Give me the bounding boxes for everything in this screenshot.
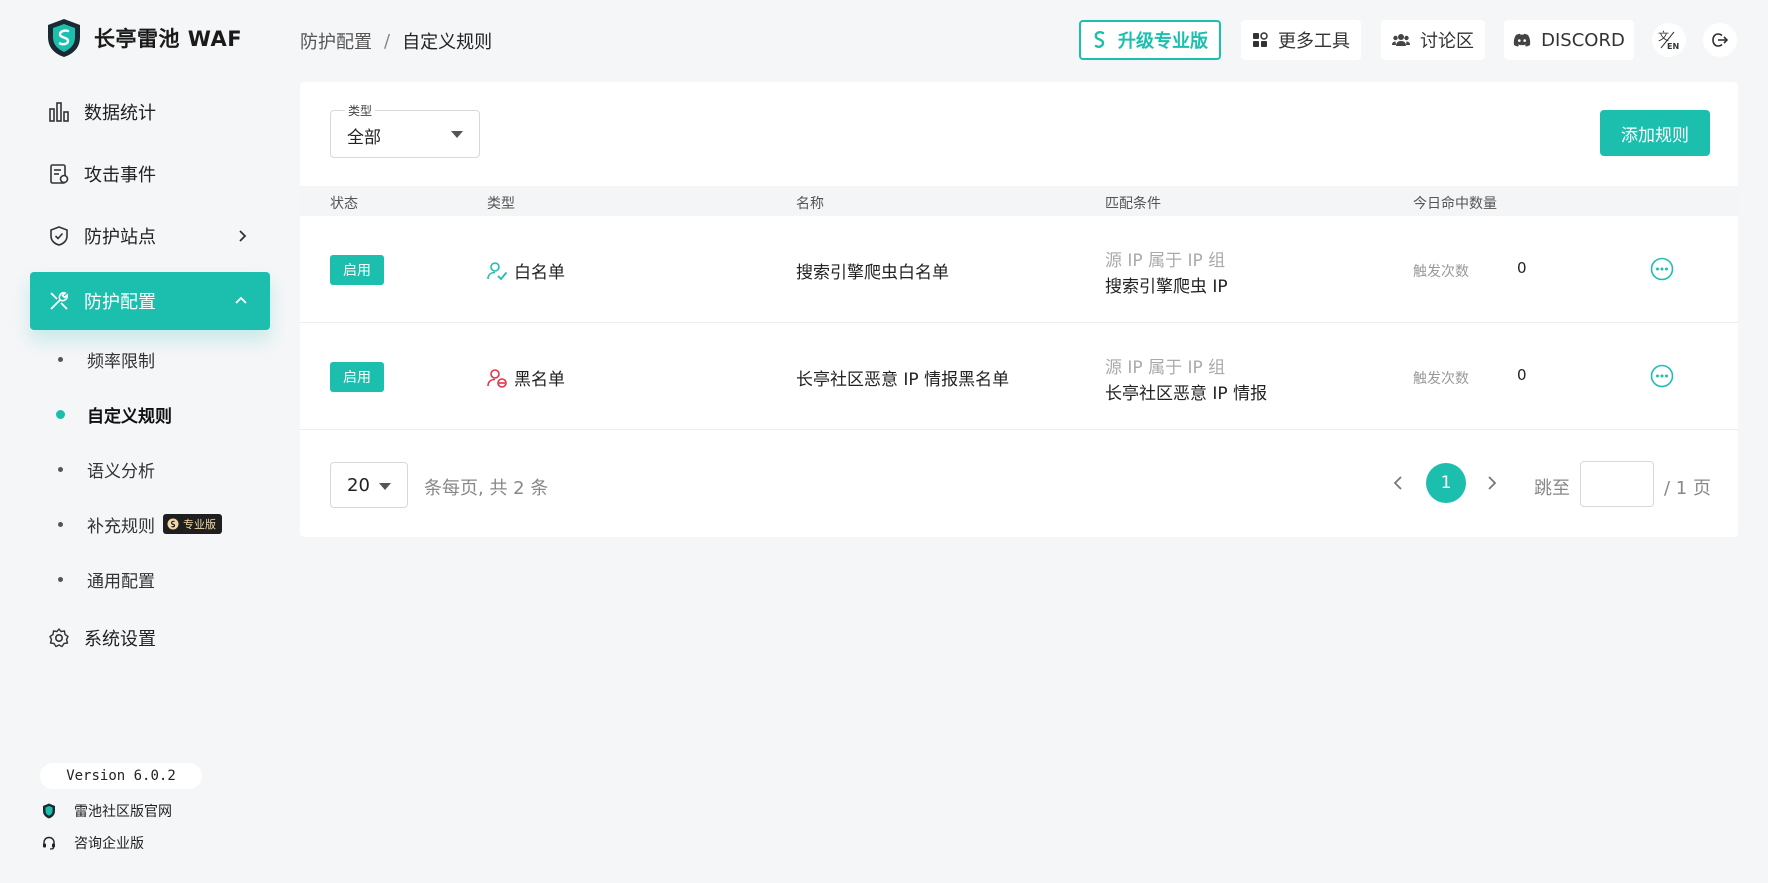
total-pages: / 1 页	[1664, 478, 1711, 499]
headset-icon	[43, 836, 55, 850]
discord-button[interactable]: DISCORD	[1504, 20, 1634, 60]
users-icon	[1392, 34, 1410, 46]
chevron-right-icon[interactable]	[1486, 475, 1498, 491]
rules-card: 类型 全部 添加规则 状态 类型 名称 匹配条件 今日命中数量 启用 白名单 搜…	[300, 82, 1738, 537]
sidebar-subitem-rate-limit[interactable]: 频率限制	[58, 343, 155, 375]
pro-badge: 专业版	[163, 514, 222, 534]
chevron-left-icon[interactable]	[1392, 475, 1404, 491]
apps-grid-icon	[1253, 32, 1268, 47]
shield-logo-icon	[43, 803, 55, 819]
caret-down-icon	[451, 131, 463, 138]
status-badge: 启用	[330, 362, 384, 392]
app-title: 长亭雷池 WAF	[94, 27, 243, 51]
upgrade-button[interactable]: 升级专业版	[1079, 20, 1221, 60]
page-button-current[interactable]: 1	[1426, 463, 1466, 503]
user-block-icon	[487, 368, 507, 388]
shield-check-icon	[48, 225, 70, 247]
discord-icon	[1513, 33, 1531, 47]
rule-type: 白名单	[486, 258, 565, 283]
sidebar-subitem-custom-rules[interactable]: 自定义规则	[56, 398, 172, 430]
logout-button[interactable]	[1703, 23, 1737, 57]
sidebar-item-label: 攻击事件	[84, 165, 156, 186]
sidebar-item-label: 防护站点	[84, 227, 156, 248]
chevron-right-icon	[239, 230, 247, 242]
language-icon: 文EN	[1658, 29, 1679, 51]
sidebar-item-protection-config[interactable]: 防护配置	[30, 272, 270, 330]
type-filter-label: 类型	[345, 102, 376, 119]
pro-logo-icon	[1094, 31, 1105, 48]
sidebar-item-statistics[interactable]: 数据统计	[30, 83, 270, 141]
community-site-link[interactable]: 雷池社区版官网	[42, 801, 172, 821]
bar-chart-icon	[48, 101, 70, 123]
breadcrumb-current: 自定义规则	[402, 32, 493, 53]
hit-count-label: 触发次数	[1413, 371, 1469, 387]
sidebar-item-protected-sites[interactable]: 防护站点	[30, 207, 270, 265]
sidebar: 长亭雷池 WAF 数据统计 攻击事件 防护站点 防护配置 频率限制 自定义规则	[0, 0, 300, 883]
breadcrumb-separator: /	[384, 30, 391, 52]
breadcrumb-parent[interactable]: 防护配置	[300, 28, 372, 54]
page-size-select[interactable]: 20	[330, 462, 408, 508]
hit-count-value: 0	[1517, 259, 1527, 277]
sidebar-subitem-semantic-analysis[interactable]: 语义分析	[58, 453, 155, 485]
language-switch-button[interactable]: 文 EN	[1652, 23, 1686, 57]
type-filter-value: 全部	[347, 128, 381, 148]
table-row[interactable]: 启用 白名单 搜索引擎爬虫白名单 源 IP 属于 IP 组 搜索引擎爬虫 IP …	[300, 216, 1738, 323]
version-label: Version 6.0.2	[40, 763, 202, 789]
forum-button[interactable]: 讨论区	[1381, 20, 1485, 60]
user-check-icon	[487, 261, 508, 280]
rule-name: 长亭社区恶意 IP 情报黑名单	[796, 370, 1010, 390]
column-header: 状态	[330, 196, 358, 212]
pro-logo-icon	[167, 518, 179, 530]
table-row[interactable]: 启用 黑名单 长亭社区恶意 IP 情报黑名单 源 IP 属于 IP 组 长亭社区…	[300, 323, 1738, 430]
rule-name: 搜索引擎爬虫白名单	[796, 263, 949, 283]
match-condition: 源 IP 属于 IP 组 搜索引擎爬虫 IP	[1105, 251, 1228, 297]
logout-icon	[1712, 33, 1729, 47]
breadcrumb: 防护配置 / 自定义规则	[300, 28, 492, 54]
add-rule-button[interactable]: 添加规则	[1600, 110, 1710, 156]
gear-icon	[48, 627, 70, 649]
hit-count-label: 触发次数	[1413, 264, 1469, 280]
app-logo[interactable]: 长亭雷池 WAF	[46, 18, 242, 58]
jump-label: 跳至	[1534, 478, 1570, 499]
column-header: 今日命中数量	[1413, 196, 1497, 212]
status-badge: 启用	[330, 255, 384, 285]
sidebar-subitem-supplementary-rules[interactable]: 补充规则 专业版	[58, 508, 222, 540]
sidebar-item-label: 数据统计	[84, 103, 156, 124]
sidebar-item-system-settings[interactable]: 系统设置	[30, 609, 270, 667]
match-condition: 源 IP 属于 IP 组 长亭社区恶意 IP 情报	[1105, 358, 1268, 404]
event-log-icon	[48, 163, 70, 185]
hit-count-value: 0	[1517, 366, 1527, 384]
column-header: 类型	[487, 196, 515, 212]
sidebar-subitem-general-config[interactable]: 通用配置	[58, 563, 155, 595]
more-tools-button[interactable]: 更多工具	[1241, 20, 1361, 60]
enterprise-consult-link[interactable]: 咨询企业版	[42, 833, 144, 853]
rule-type: 黑名单	[486, 365, 565, 390]
sidebar-item-label: 防护配置	[84, 292, 156, 313]
more-options-icon[interactable]	[1650, 257, 1674, 281]
page-info: 条每页, 共 2 条	[424, 478, 549, 499]
tools-icon	[48, 290, 70, 312]
shield-logo-icon	[48, 19, 80, 57]
table-header: 状态 类型 名称 匹配条件 今日命中数量	[300, 186, 1738, 216]
svg-text:EN: EN	[1667, 42, 1679, 51]
sidebar-item-label: 系统设置	[84, 629, 156, 650]
column-header: 匹配条件	[1105, 196, 1161, 212]
jump-page-input[interactable]	[1580, 461, 1654, 507]
column-header: 名称	[796, 196, 824, 212]
chevron-up-icon	[235, 296, 247, 304]
caret-down-icon	[379, 483, 391, 490]
more-options-icon[interactable]	[1650, 364, 1674, 388]
sidebar-item-attack-events[interactable]: 攻击事件	[30, 145, 270, 203]
type-filter-select[interactable]: 类型 全部	[330, 102, 480, 158]
